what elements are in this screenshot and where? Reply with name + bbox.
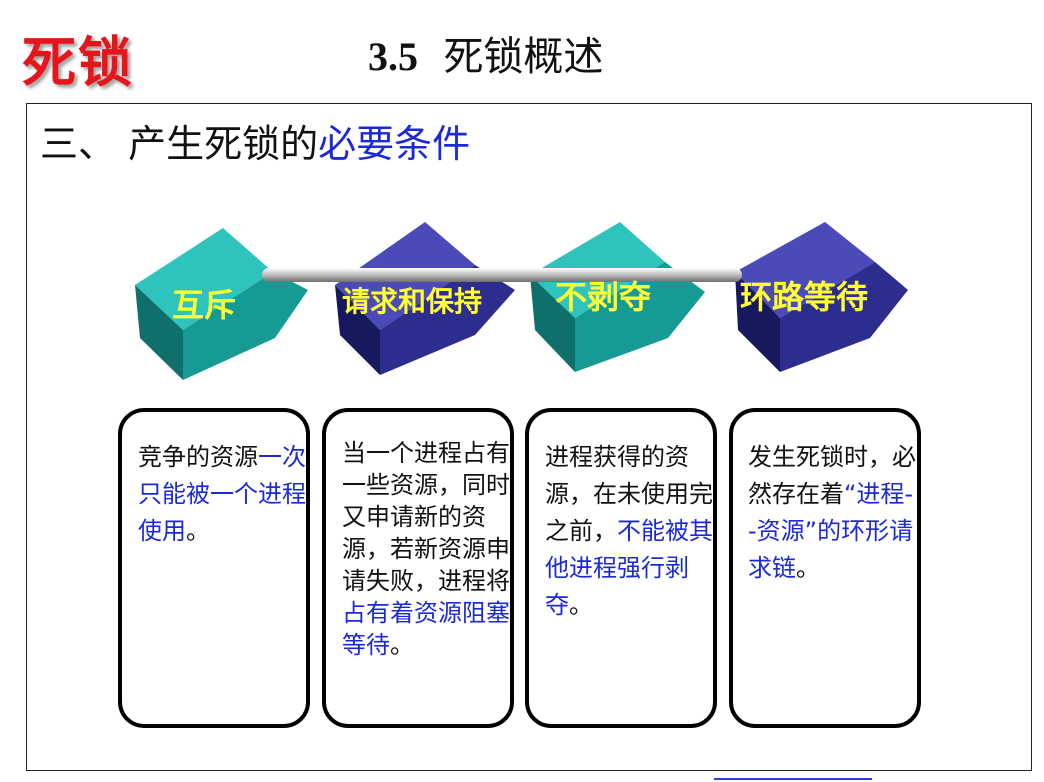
cube-label-hold-and-wait: 请求和保持 bbox=[342, 285, 483, 318]
card-text-hold-and-wait: 当一个进程占有一些资源，同时又申请新的资源，若新资源申请失败，进程将占有着资源阻… bbox=[342, 439, 510, 659]
cube-label-mutex: 互斥 bbox=[172, 286, 237, 324]
card-text-mutex: 竞争的资源一次只能被一个进程使用。 bbox=[138, 443, 306, 545]
cube-label-circular-wait: 环路等待 bbox=[740, 278, 869, 316]
cube-label-no-preemption: 不剥夺 bbox=[555, 278, 652, 316]
card-text-no-preemption: 进程获得的资源，在未使用完之前，不能被其他进程强行剥夺。 bbox=[545, 443, 713, 619]
card-text-circular-wait: 发生死锁时，必然存在着“进程--资源”的环形请求链。 bbox=[748, 443, 916, 582]
connecting-rod bbox=[262, 268, 742, 282]
bottom-link-fragment[interactable] bbox=[714, 768, 872, 780]
